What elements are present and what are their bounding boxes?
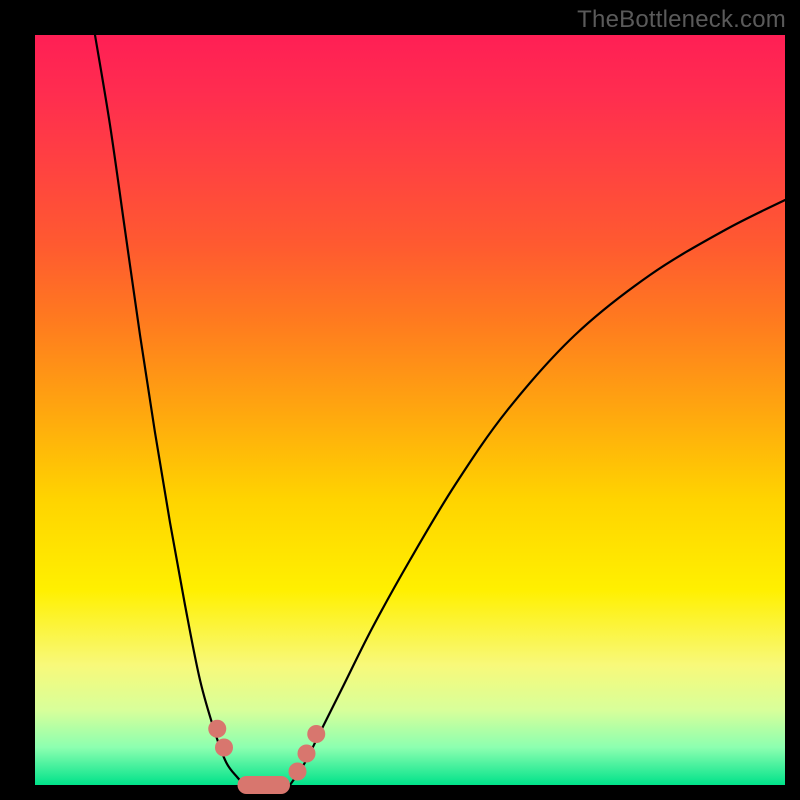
left-curve [95,35,245,785]
marker-dot [215,739,233,757]
right-curve [290,200,785,785]
watermark-text: TheBottleneck.com [577,6,786,34]
curve-layer [35,35,785,785]
marker-dot [208,720,226,738]
marker-dot [307,725,325,743]
marker-dot [298,745,316,763]
marker-pill [238,776,291,794]
marker-dot [289,763,307,781]
marker-group [208,720,325,794]
chart-frame: TheBottleneck.com [0,0,800,800]
plot-area [35,35,785,785]
